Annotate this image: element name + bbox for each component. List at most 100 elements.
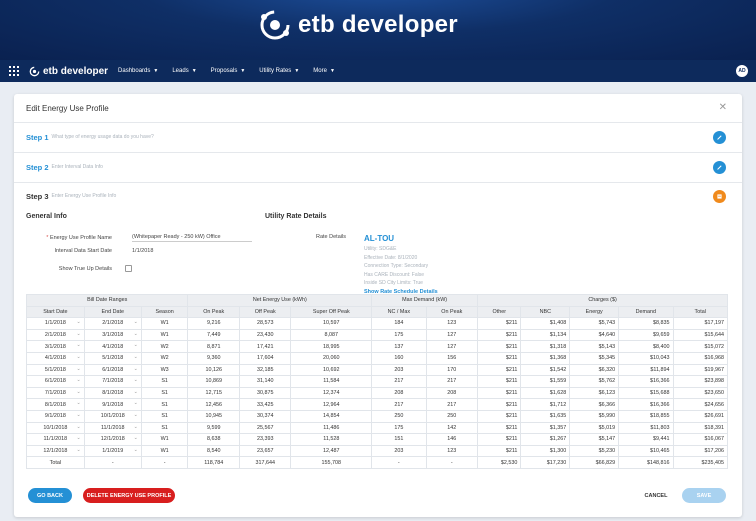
true-up-checkbox[interactable]	[125, 265, 132, 272]
cell-end-date[interactable]: 2/1/2018	[83, 317, 142, 330]
cell-on-peak-kw: 217	[425, 375, 479, 388]
cell-on-peak-kw: 217	[425, 398, 479, 411]
cell-start-date[interactable]: 9/1/2018	[26, 409, 85, 423]
chevron-down-icon: ▼	[153, 68, 159, 74]
divider	[14, 182, 742, 183]
cell-end-date[interactable]: 6/1/2018	[83, 363, 142, 377]
cell-start-date[interactable]: 4/1/2018	[26, 351, 85, 365]
cell-start-date: Total	[26, 456, 85, 469]
nav-menu: Dashboards ▼ Leads ▼ Proposals ▼ Utility Ra…	[118, 68, 349, 74]
cell-other: $211	[477, 433, 522, 446]
cell-end-date[interactable]: 12/1/2018	[83, 433, 142, 446]
cell-other: $211	[477, 421, 522, 435]
rate-connection-type: Connection Type: Secondary	[364, 263, 429, 269]
go-back-button[interactable]: GO BACK	[28, 488, 72, 503]
save-button[interactable]: SAVE	[682, 488, 726, 503]
edit-icon	[717, 165, 722, 170]
edit-step-1-button[interactable]	[713, 131, 726, 144]
cell-end-date[interactable]: 10/1/2018	[83, 409, 142, 423]
cell-end-date[interactable]: 7/1/2018	[83, 375, 142, 388]
cell-start-date[interactable]: 6/1/2018	[26, 375, 85, 388]
table-row: 11/1/201812/1/2018W18,63823,39311,528151…	[26, 433, 728, 446]
cell-season: S1	[140, 386, 189, 400]
cancel-button[interactable]: CANCEL	[636, 488, 676, 503]
nav-brand[interactable]: etb developer	[29, 66, 108, 77]
cell-start-date[interactable]: 2/1/2018	[26, 328, 85, 342]
cell-season: W1	[140, 317, 189, 330]
cell-start-date[interactable]: 3/1/2018	[26, 340, 85, 353]
cell-nbc: $1,542	[520, 363, 571, 377]
edit-step-2-button[interactable]	[713, 161, 726, 174]
cell-start-date[interactable]: 11/1/2018	[26, 433, 85, 446]
etb-logo-small-icon	[29, 66, 40, 76]
etb-logo-icon	[260, 10, 290, 40]
nav-item-utility-rates[interactable]: Utility Rates ▼	[259, 68, 299, 74]
step-2[interactable]: Step 2 Enter Interval Data Info	[26, 160, 103, 174]
cell-start-date[interactable]: 8/1/2018	[26, 398, 85, 411]
general-info-heading: General Info	[26, 213, 67, 220]
step-3[interactable]: Step 3 Enter Energy Use Profile Info	[26, 189, 116, 203]
chevron-down-icon: ▼	[329, 68, 335, 74]
cell-total: $15,072	[672, 340, 728, 353]
cell-other: $211	[477, 328, 522, 342]
cell-start-date[interactable]: 5/1/2018	[26, 363, 85, 377]
cell-season: -	[140, 456, 189, 469]
cell-total: $23,650	[672, 386, 728, 400]
cell-start-date[interactable]: 12/1/2018	[26, 444, 85, 458]
cell-total: $16,968	[672, 351, 728, 365]
cell-end-date[interactable]: 4/1/2018	[83, 340, 142, 353]
cell-nc-max-kw: 203	[371, 363, 427, 377]
cell-off-peak-kwh: 25,567	[239, 421, 292, 435]
group-header-bill-dates: Bill Date Ranges	[25, 294, 189, 307]
close-icon[interactable]: ✕	[719, 102, 727, 113]
cell-super-off-peak-kwh: 12,487	[290, 444, 373, 458]
cell-start-date[interactable]: 7/1/2018	[26, 386, 85, 400]
edit-icon	[717, 135, 722, 140]
cell-end-date[interactable]: 5/1/2018	[83, 351, 142, 365]
cell-total: $15,644	[672, 328, 728, 342]
step-desc: Enter Interval Data Info	[51, 164, 103, 170]
cell-other: $211	[477, 340, 522, 353]
cell-energy: $5,147	[569, 433, 620, 446]
cell-energy: $6,123	[569, 386, 620, 400]
cell-nbc: $1,318	[520, 340, 571, 353]
step-label: Step 1	[26, 132, 49, 142]
cell-demand: $16,366	[618, 398, 674, 411]
nav-item-dashboards[interactable]: Dashboards ▼	[118, 68, 158, 74]
cell-end-date[interactable]: 3/1/2018	[83, 328, 142, 342]
cell-start-date[interactable]: 1/1/2018	[26, 317, 85, 330]
cell-nbc: $1,628	[520, 386, 571, 400]
step-3-button[interactable]	[713, 190, 726, 203]
cell-other: $211	[477, 444, 522, 458]
cell-energy: $5,019	[569, 421, 620, 435]
cell-super-off-peak-kwh: 8,087	[290, 328, 373, 342]
cell-on-peak-kwh: 8,638	[187, 433, 241, 446]
cell-nbc: $1,368	[520, 351, 571, 365]
column-header-on-peak-kwh: On Peak	[187, 305, 241, 319]
step-1[interactable]: Step 1 What type of energy usage data do…	[26, 130, 154, 144]
cell-off-peak-kwh: 30,875	[239, 386, 292, 400]
cell-end-date[interactable]: 11/1/2018	[83, 421, 142, 435]
cell-nbc: $1,635	[520, 409, 571, 423]
cell-end-date[interactable]: 1/1/2019	[83, 444, 142, 458]
delete-profile-button[interactable]: DELETE ENERGY USE PROFILE	[83, 488, 175, 503]
cell-season: W1	[140, 328, 189, 342]
cell-season: S1	[140, 409, 189, 423]
cell-off-peak-kwh: 23,657	[239, 444, 292, 458]
nav-item-leads[interactable]: Leads ▼	[172, 68, 196, 74]
cell-energy: $5,990	[569, 409, 620, 423]
cell-demand: $15,688	[618, 386, 674, 400]
app-grid-icon[interactable]	[9, 66, 19, 76]
column-header-on-peak-kw: On Peak	[425, 305, 479, 319]
cell-end-date[interactable]: 8/1/2018	[83, 386, 142, 400]
cell-on-peak-kw: -	[425, 456, 479, 469]
cell-season: S1	[140, 398, 189, 411]
profile-name-label: * Energy Use Profile Name	[46, 235, 112, 241]
nav-item-more[interactable]: More ▼	[313, 68, 335, 74]
profile-name-input[interactable]: (Whitepaper Ready - 250 kW) Office	[132, 234, 252, 242]
cell-start-date[interactable]: 10/1/2018	[26, 421, 85, 435]
nav-item-proposals[interactable]: Proposals ▼	[211, 68, 246, 74]
avatar[interactable]: AD	[736, 65, 748, 77]
column-header-energy: Energy	[569, 305, 620, 319]
cell-end-date[interactable]: 9/1/2018	[83, 398, 142, 411]
